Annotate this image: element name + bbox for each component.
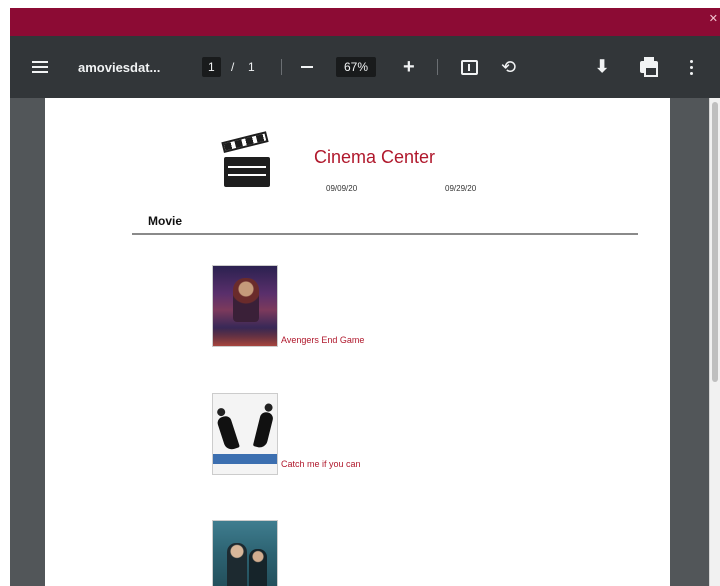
pdf-toolbar: amoviesdat... 1 / 1 67% + ⟲ ⬇: [10, 36, 720, 98]
page-number-input[interactable]: 1: [202, 36, 221, 98]
zoom-level-input[interactable]: 67%: [336, 36, 377, 98]
download-icon[interactable]: ⬇: [595, 36, 609, 98]
zoom-out-icon[interactable]: [301, 36, 317, 98]
rotate-icon[interactable]: ⟲: [501, 36, 516, 98]
section-label: Movie: [148, 214, 183, 228]
movie-poster: [212, 393, 278, 475]
page-separator: /: [231, 60, 235, 74]
movie-poster: [212, 520, 278, 586]
zoom-level[interactable]: 67%: [336, 57, 377, 77]
toolbar-divider: [281, 59, 282, 75]
scrollbar-thumb[interactable]: [712, 102, 718, 382]
movie-poster: [212, 265, 278, 347]
pdf-viewer-area[interactable]: Cinema Center 09/09/20 09/29/20 Movie Av…: [10, 98, 720, 586]
date-start: 09/09/20: [326, 184, 358, 193]
page-total: 1: [248, 60, 255, 74]
scrollbar[interactable]: [709, 98, 720, 586]
toolbar-divider: [437, 59, 438, 75]
section-divider: [132, 233, 638, 235]
zoom-in-icon[interactable]: +: [403, 36, 415, 98]
cinema-title: Cinema Center: [314, 147, 436, 167]
fit-page-icon[interactable]: [461, 36, 478, 98]
print-icon[interactable]: [640, 36, 658, 98]
close-icon[interactable]: ✕: [709, 12, 718, 25]
movie-title: Catch me if you can: [281, 459, 361, 469]
more-options-icon[interactable]: [688, 36, 694, 98]
window-title-strip: ✕: [10, 8, 720, 36]
clapperboard-icon: [221, 131, 272, 188]
document-title: amoviesdat...: [78, 59, 161, 75]
date-end: 09/29/20: [445, 184, 477, 193]
pdf-page: Cinema Center 09/09/20 09/29/20 Movie Av…: [45, 98, 670, 586]
movie-title: Avengers End Game: [281, 335, 365, 345]
menu-icon[interactable]: [32, 36, 52, 98]
current-page[interactable]: 1: [202, 57, 221, 77]
window-top-margin: [0, 0, 720, 8]
